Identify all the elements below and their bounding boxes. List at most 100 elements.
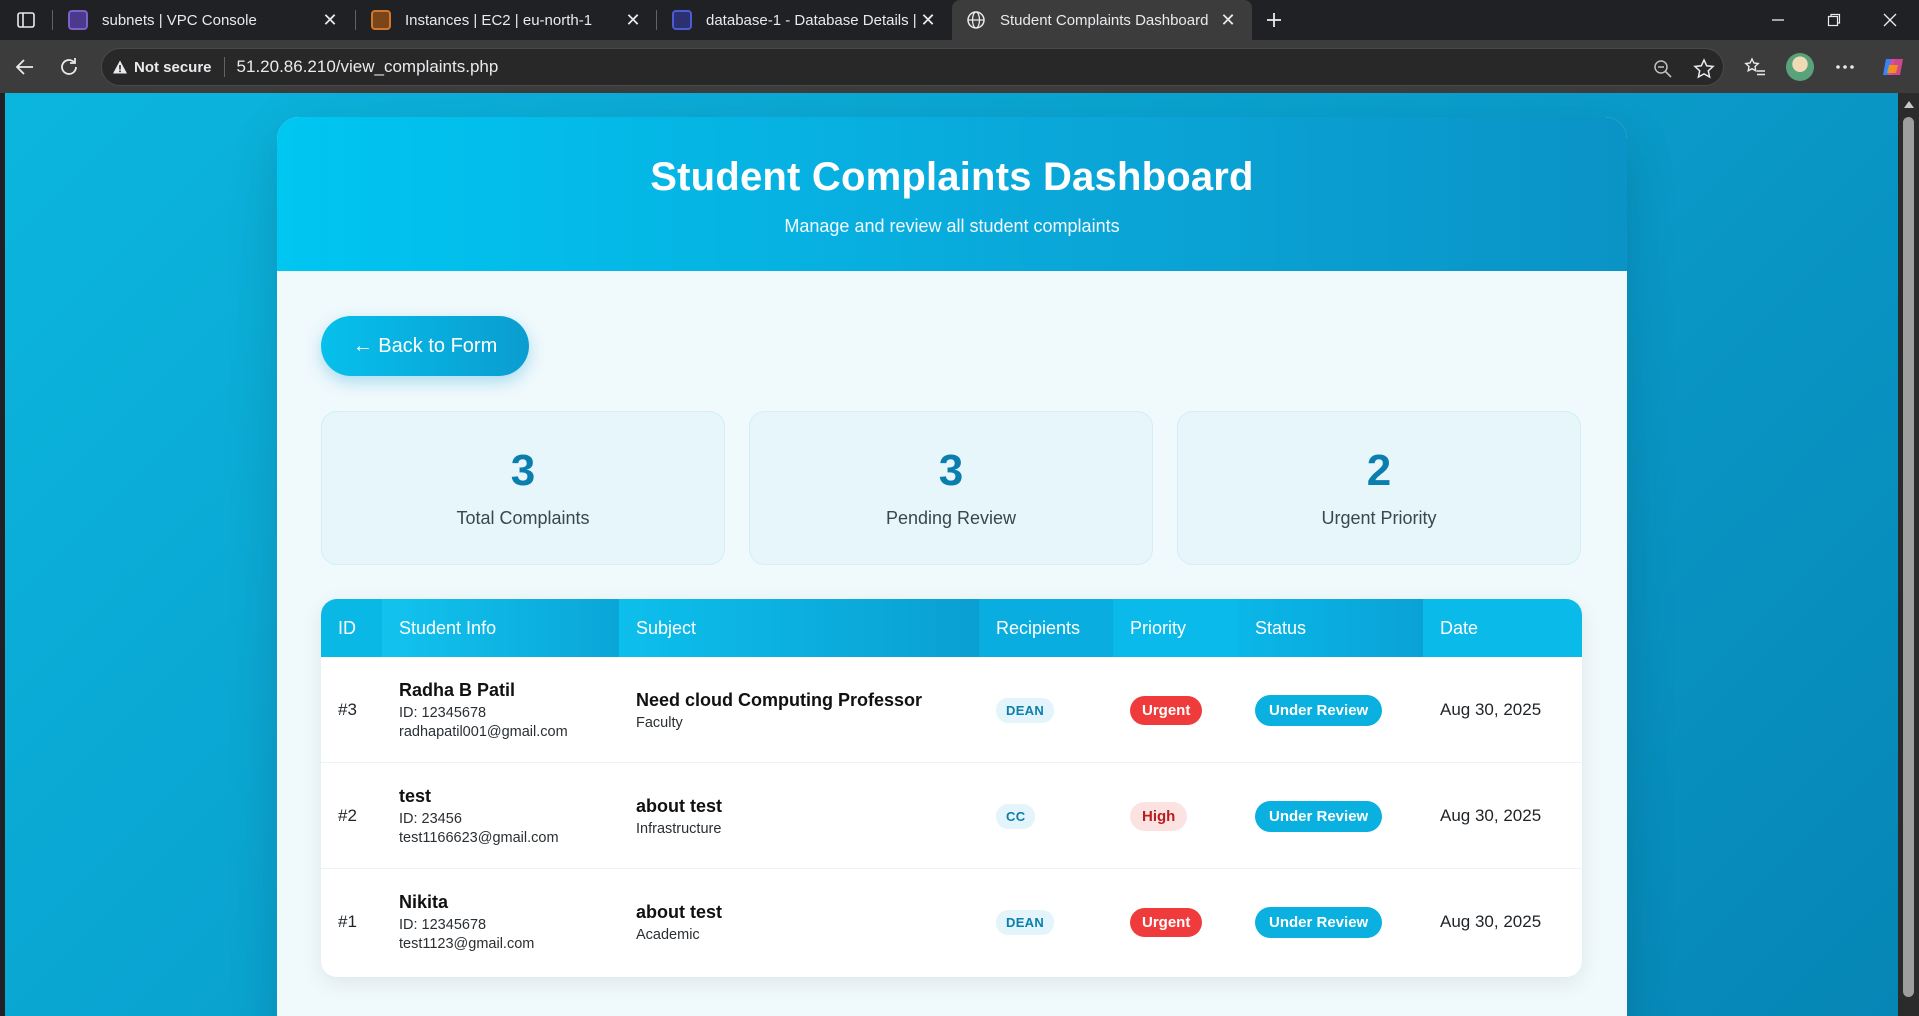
cell-id: #2 bbox=[321, 763, 382, 869]
cell-student-info: test ID: 23456 test1166623@gmail.com bbox=[382, 763, 619, 869]
cell-subject: about test Infrastructure bbox=[619, 763, 979, 869]
cell-date: Aug 30, 2025 bbox=[1423, 869, 1582, 975]
status-badge: Under Review bbox=[1255, 694, 1383, 726]
cell-id: #1 bbox=[321, 869, 382, 975]
scrollbar-thumb[interactable] bbox=[1903, 117, 1914, 997]
browser-toolbar: Not secure 51.20.86.210/view_complaints.… bbox=[0, 40, 1919, 93]
close-icon[interactable]: ✕ bbox=[1216, 8, 1240, 32]
table-row[interactable]: #1 Nikita ID: 12345678 test1123@gmail.co… bbox=[321, 869, 1582, 975]
table-row[interactable]: #3 Radha B Patil ID: 12345678 radhapatil… bbox=[321, 657, 1582, 763]
copilot-icon bbox=[1883, 59, 1903, 75]
cell-subject: about test Academic bbox=[619, 869, 979, 975]
tab-student-complaints[interactable]: Student Complaints Dashboard ✕ bbox=[952, 0, 1252, 40]
complaint-id: #2 bbox=[338, 806, 357, 825]
close-icon[interactable]: ✕ bbox=[621, 8, 645, 32]
page-scrollbar[interactable] bbox=[1898, 93, 1919, 1016]
header-student-info: Student Info bbox=[382, 599, 619, 657]
student-name: Radha B Patil bbox=[399, 680, 516, 700]
omnibox-divider bbox=[223, 57, 225, 77]
minimize-button[interactable] bbox=[1750, 0, 1806, 40]
tab-database[interactable]: database-1 - Database Details | A ✕ bbox=[658, 0, 952, 40]
ec2-favicon-icon bbox=[371, 10, 391, 30]
complaint-category: Infrastructure bbox=[636, 820, 722, 837]
cell-student-info: Radha B Patil ID: 12345678 radhapatil001… bbox=[382, 657, 619, 763]
complaint-date: Aug 30, 2025 bbox=[1440, 912, 1542, 931]
complaint-category: Academic bbox=[636, 926, 700, 943]
close-icon[interactable]: ✕ bbox=[318, 8, 342, 32]
new-tab-button[interactable] bbox=[1260, 6, 1288, 34]
close-window-button[interactable] bbox=[1862, 0, 1918, 40]
back-to-form-button[interactable]: ← Back to Form bbox=[321, 316, 529, 376]
cell-priority: High bbox=[1113, 763, 1238, 869]
complaint-category: Faculty bbox=[636, 714, 683, 731]
url-text[interactable]: 51.20.86.210/view_complaints.php bbox=[237, 57, 499, 77]
tab-strip: subnets | VPC Console ✕ Instances | EC2 … bbox=[0, 0, 1919, 40]
restore-button[interactable] bbox=[1806, 0, 1862, 40]
close-icon[interactable]: ✕ bbox=[916, 8, 940, 32]
dashboard-card: Student Complaints Dashboard Manage and … bbox=[277, 117, 1627, 1016]
table-header-row: ID Student Info Subject Recipients Prior… bbox=[321, 599, 1582, 657]
minimize-icon bbox=[1772, 19, 1784, 21]
copilot-button[interactable] bbox=[1876, 50, 1910, 84]
complaint-subject: Need cloud Computing Professor bbox=[636, 689, 923, 710]
favorite-star-icon[interactable] bbox=[1691, 56, 1717, 82]
stat-urgent-priority: 2 Urgent Priority bbox=[1177, 411, 1581, 565]
reload-icon bbox=[61, 58, 77, 75]
back-nav-button[interactable] bbox=[8, 50, 42, 84]
tab-ec2[interactable]: Instances | EC2 | eu-north-1 ✕ bbox=[357, 0, 657, 40]
stat-label: Urgent Priority bbox=[1321, 508, 1437, 528]
profile-avatar[interactable] bbox=[1786, 53, 1814, 81]
more-icon bbox=[1836, 65, 1854, 69]
stat-label: Total Complaints bbox=[456, 508, 590, 528]
cell-recipients: DEAN bbox=[979, 869, 1113, 975]
stat-pending-review: 3 Pending Review bbox=[749, 411, 1153, 565]
restore-icon bbox=[1827, 13, 1841, 27]
zoom-icon[interactable] bbox=[1650, 56, 1676, 82]
header-priority: Priority bbox=[1113, 599, 1238, 657]
tab-separator bbox=[355, 10, 356, 30]
cell-status: Under Review bbox=[1238, 657, 1423, 763]
page-viewport: Student Complaints Dashboard Manage and … bbox=[5, 93, 1898, 1016]
complaint-subject: about test bbox=[636, 795, 723, 816]
cell-status: Under Review bbox=[1238, 869, 1423, 975]
cell-date: Aug 30, 2025 bbox=[1423, 763, 1582, 869]
favorites-button[interactable] bbox=[1738, 50, 1772, 84]
header-status: Status bbox=[1238, 599, 1423, 657]
status-badge: Under Review bbox=[1255, 800, 1383, 832]
cell-date: Aug 30, 2025 bbox=[1423, 657, 1582, 763]
stat-label: Pending Review bbox=[885, 508, 1017, 528]
recipient-badge: CC bbox=[996, 803, 1036, 829]
arrow-left-icon bbox=[15, 59, 33, 75]
student-name: Nikita bbox=[399, 892, 449, 912]
table-row[interactable]: #2 test ID: 23456 test1166623@gmail.com … bbox=[321, 763, 1582, 869]
more-menu-button[interactable] bbox=[1828, 50, 1862, 84]
recipient-badge: DEAN bbox=[996, 909, 1055, 935]
student-id: ID: 23456 bbox=[399, 811, 462, 827]
stat-value: 2 bbox=[1366, 446, 1392, 495]
student-id: ID: 12345678 bbox=[399, 917, 487, 933]
tab-vpc[interactable]: subnets | VPC Console ✕ bbox=[54, 0, 354, 40]
cell-student-info: Nikita ID: 12345678 test1123@gmail.com bbox=[382, 869, 619, 975]
status-badge: Under Review bbox=[1255, 906, 1383, 938]
student-email: radhapatil001@gmail.com bbox=[399, 724, 568, 740]
dashboard-header: Student Complaints Dashboard Manage and … bbox=[277, 117, 1627, 271]
cell-subject: Need cloud Computing Professor Faculty bbox=[619, 657, 979, 763]
header-id: ID bbox=[321, 599, 382, 657]
cell-recipients: DEAN bbox=[979, 657, 1113, 763]
reload-button[interactable] bbox=[52, 50, 86, 84]
sidebar-toggle-icon bbox=[17, 12, 35, 28]
security-label[interactable]: Not secure bbox=[134, 59, 212, 76]
rds-favicon-icon bbox=[672, 10, 692, 30]
priority-badge: Urgent bbox=[1130, 695, 1203, 725]
tab-title: Student Complaints Dashboard bbox=[1000, 11, 1209, 29]
cell-id: #3 bbox=[321, 657, 382, 763]
tab-separator bbox=[656, 10, 657, 30]
scroll-up-arrow-icon[interactable] bbox=[1904, 101, 1914, 108]
cell-priority: Urgent bbox=[1113, 869, 1238, 975]
warning-icon[interactable] bbox=[112, 59, 128, 75]
tab-actions-button[interactable] bbox=[10, 6, 42, 34]
tab-title: Instances | EC2 | eu-north-1 bbox=[405, 11, 593, 29]
address-bar[interactable]: Not secure 51.20.86.210/view_complaints.… bbox=[101, 48, 1724, 86]
tab-separator bbox=[52, 10, 53, 30]
stat-value: 3 bbox=[938, 446, 964, 495]
